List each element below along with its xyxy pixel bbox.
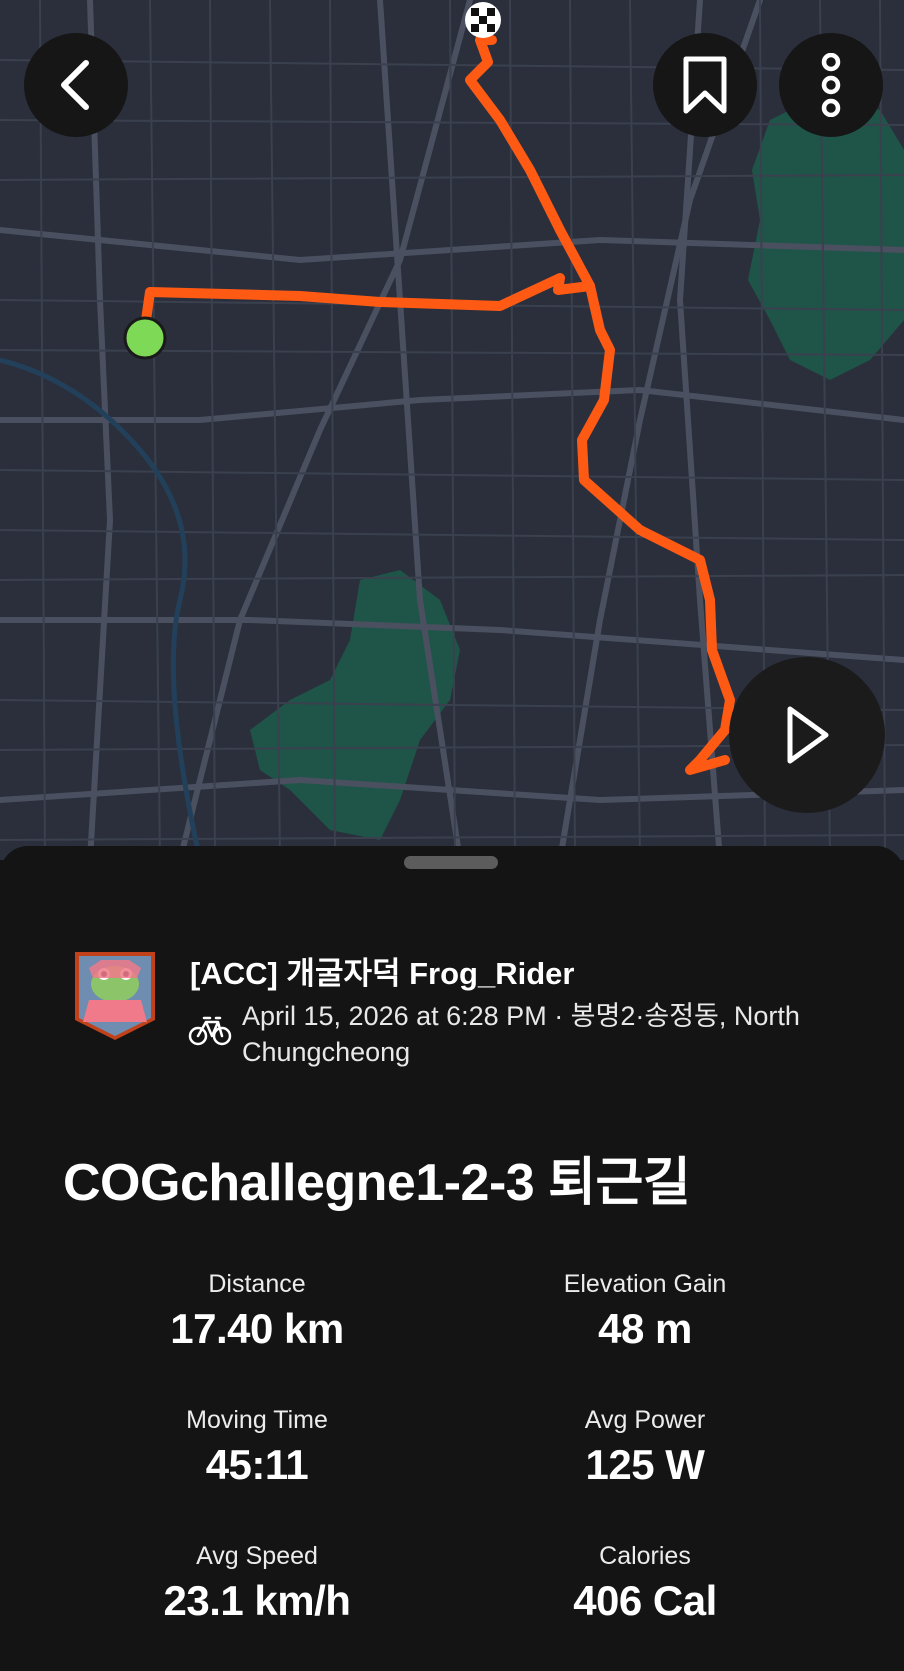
stat-avg-speed: Avg Speed 23.1 km/h: [77, 1542, 437, 1625]
bookmark-button[interactable]: [653, 33, 757, 137]
activity-details-sheet: [ACC] 개굴자덕 Frog_Rider April 15, 2026 at …: [0, 846, 904, 1671]
stat-label: Moving Time: [186, 1406, 328, 1434]
stat-label: Avg Power: [584, 1406, 706, 1434]
athlete-name[interactable]: [ACC] 개굴자덕 Frog_Rider: [190, 948, 574, 993]
stat-elevation-gain: Elevation Gain 48 m: [465, 1270, 825, 1353]
stat-value: 406 Cal: [573, 1577, 717, 1624]
frog-avatar-image: [75, 952, 155, 1040]
stat-value: 45:11: [205, 1441, 309, 1488]
start-marker: [123, 316, 167, 360]
stat-avg-power: Avg Power 125 W: [465, 1406, 825, 1489]
stat-distance: Distance 17.40 km: [77, 1270, 437, 1353]
play-icon: [787, 706, 829, 764]
sheet-drag-handle[interactable]: [404, 856, 498, 869]
athlete-avatar[interactable]: [71, 948, 159, 1042]
stat-calories: Calories 406 Cal: [465, 1542, 825, 1625]
stat-value: 23.1 km/h: [163, 1577, 351, 1624]
bookmark-icon: [683, 56, 727, 114]
stat-label: Calories: [599, 1542, 691, 1570]
stat-moving-time: Moving Time 45:11: [77, 1406, 437, 1489]
stat-label: Distance: [208, 1270, 306, 1298]
stat-value: 48 m: [598, 1305, 692, 1352]
more-vertical-icon: [821, 53, 841, 117]
chevron-left-icon: [61, 60, 89, 110]
activity-meta: April 15, 2026 at 6:28 PM · 봉명2·송정동, Nor…: [242, 1001, 800, 1067]
finish-marker: [465, 2, 501, 38]
stat-value: 17.40 km: [170, 1305, 344, 1352]
stat-label: Avg Speed: [196, 1542, 318, 1570]
bike-icon: [188, 1014, 232, 1046]
stat-value: 125 W: [585, 1441, 705, 1488]
more-options-button[interactable]: [779, 33, 883, 137]
play-flyover-button[interactable]: [729, 657, 885, 813]
back-button[interactable]: [24, 33, 128, 137]
activity-title: COGchallegne1-2-3 퇴근길: [63, 1154, 691, 1212]
stat-label: Elevation Gain: [563, 1270, 727, 1298]
